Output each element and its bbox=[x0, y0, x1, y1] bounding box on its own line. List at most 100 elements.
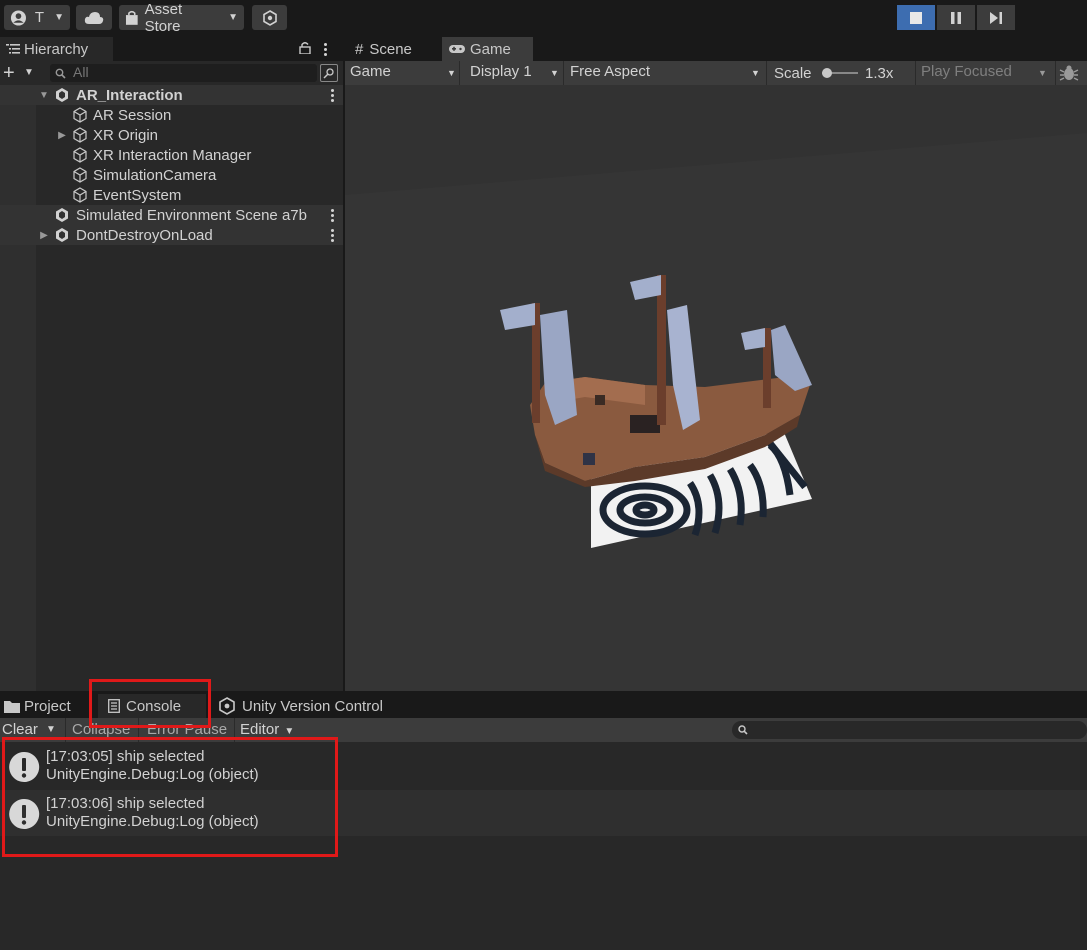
tab-scene[interactable]: # Scene bbox=[345, 37, 441, 61]
expand-down-icon[interactable]: ▼ bbox=[38, 90, 50, 101]
package-button[interactable] bbox=[252, 5, 287, 30]
unity-scene-icon bbox=[56, 228, 68, 242]
hierarchy-list: ▼ AR_Interaction AR Session ▶ XR Origin … bbox=[0, 85, 343, 691]
hierarchy-item-ar-interaction[interactable]: ▼ AR_Interaction bbox=[0, 85, 343, 105]
scale-label: Scale bbox=[774, 65, 812, 82]
gameobject-icon bbox=[73, 147, 87, 163]
main-toolbar: T ▼ Asset Store ▼ bbox=[0, 0, 1087, 36]
lock-icon[interactable] bbox=[299, 41, 311, 54]
game-toolbar: Game ▼ Display 1 ▼ Free Aspect ▼ Scale 1… bbox=[345, 61, 1087, 85]
bag-icon bbox=[125, 10, 138, 25]
game-tabbar: # Scene Game bbox=[345, 36, 1087, 61]
gameobject-icon bbox=[73, 107, 87, 123]
tab-label: Scene bbox=[369, 40, 412, 58]
highlight-box-logs bbox=[2, 737, 338, 857]
item-label: XR Origin bbox=[93, 126, 159, 144]
item-label: AR Session bbox=[93, 106, 172, 124]
stop-button[interactable] bbox=[897, 5, 935, 30]
cloud-button[interactable] bbox=[76, 5, 112, 30]
account-dropdown[interactable]: T ▼ bbox=[4, 5, 70, 30]
search-icon bbox=[738, 725, 748, 735]
hierarchy-item-simulation-camera[interactable]: SimulationCamera bbox=[0, 165, 343, 185]
asset-store-button[interactable]: Asset Store ▼ bbox=[119, 1, 244, 35]
item-label: XR Interaction Manager bbox=[93, 146, 252, 164]
scene-search-icon[interactable] bbox=[320, 64, 338, 82]
chevron-down-icon[interactable]: ▼ bbox=[46, 724, 56, 735]
unity-scene-icon bbox=[56, 208, 68, 222]
item-menu-icon[interactable] bbox=[331, 87, 335, 104]
expand-right-icon[interactable]: ▶ bbox=[56, 130, 68, 141]
item-label: SimulationCamera bbox=[93, 166, 217, 184]
chevron-down-icon: ▼ bbox=[284, 726, 295, 737]
tab-label: Unity Version Control bbox=[242, 697, 383, 715]
hierarchy-toolbar: + ▼ All bbox=[0, 61, 343, 85]
version-control-icon bbox=[219, 697, 235, 715]
editor-dropdown[interactable]: Editor ▼ bbox=[240, 721, 294, 738]
ship-render bbox=[345, 133, 1087, 691]
tab-game[interactable]: Game bbox=[442, 37, 533, 61]
hierarchy-item-simulated-environment[interactable]: Simulated Environment Scene a7b bbox=[0, 205, 343, 225]
aspect-dropdown[interactable]: Free Aspect ▼ bbox=[570, 63, 763, 83]
gameobject-icon bbox=[73, 187, 87, 203]
bug-icon[interactable] bbox=[1059, 64, 1079, 82]
chevron-down-icon: ▼ bbox=[54, 12, 64, 23]
dropdown-label: Display 1 bbox=[470, 63, 532, 80]
asset-store-label: Asset Store bbox=[144, 0, 183, 35]
gamepad-icon bbox=[449, 45, 465, 53]
hash-icon: # bbox=[355, 40, 364, 58]
hierarchy-item-dont-destroy-on-load[interactable]: ▶ DontDestroyOnLoad bbox=[0, 225, 343, 245]
account-icon bbox=[10, 9, 26, 26]
hierarchy-item-ar-session[interactable]: AR Session bbox=[0, 105, 343, 125]
unity-scene-icon bbox=[56, 88, 68, 102]
console-search-input[interactable] bbox=[732, 721, 1087, 739]
step-icon bbox=[990, 11, 1002, 24]
dropdown-label: Editor bbox=[240, 721, 280, 738]
hierarchy-search-input[interactable]: All bbox=[50, 64, 317, 82]
pause-icon bbox=[951, 11, 961, 24]
item-label: Simulated Environment Scene a7b bbox=[76, 206, 307, 224]
scale-slider[interactable] bbox=[822, 68, 858, 78]
item-menu-icon[interactable] bbox=[331, 207, 335, 224]
gameobject-icon bbox=[73, 167, 87, 183]
chevron-down-icon: ▼ bbox=[550, 68, 559, 78]
item-label: AR_Interaction bbox=[76, 86, 183, 104]
dropdown-label: Play Focused bbox=[921, 63, 1012, 80]
hierarchy-tabbar: Hierarchy bbox=[0, 36, 343, 61]
display-dropdown[interactable]: Display 1 ▼ bbox=[470, 63, 560, 83]
step-button[interactable] bbox=[977, 5, 1015, 30]
play-mode-dropdown[interactable]: Play Focused ▼ bbox=[921, 63, 1053, 83]
tab-label: Hierarchy bbox=[24, 40, 89, 58]
game-mode-dropdown[interactable]: Game ▼ bbox=[350, 63, 460, 83]
highlight-box-console-tab bbox=[89, 679, 211, 728]
dropdown-label: Free Aspect bbox=[570, 63, 651, 80]
chevron-down-icon: ▼ bbox=[447, 68, 456, 78]
stop-icon bbox=[910, 11, 922, 24]
panel-menu-icon[interactable] bbox=[324, 41, 328, 58]
chevron-down-icon[interactable]: ▼ bbox=[24, 67, 34, 78]
search-icon bbox=[55, 68, 66, 79]
game-viewport[interactable] bbox=[345, 85, 1087, 691]
item-menu-icon[interactable] bbox=[331, 227, 335, 244]
tab-project[interactable]: Project bbox=[0, 694, 90, 718]
hierarchy-item-event-system[interactable]: EventSystem bbox=[0, 185, 343, 205]
chevron-down-icon: ▼ bbox=[1038, 68, 1047, 78]
hierarchy-item-xr-interaction-manager[interactable]: XR Interaction Manager bbox=[0, 145, 343, 165]
tab-hierarchy[interactable]: Hierarchy bbox=[0, 37, 113, 61]
account-label: T bbox=[34, 9, 45, 26]
tab-unity-version-control[interactable]: Unity Version Control bbox=[212, 694, 412, 718]
chevron-down-icon: ▼ bbox=[751, 68, 760, 78]
expand-right-icon[interactable]: ▶ bbox=[38, 230, 50, 241]
gameobject-icon bbox=[73, 127, 87, 143]
slider-handle[interactable] bbox=[822, 68, 832, 78]
tab-label: Project bbox=[24, 697, 71, 715]
scale-value: 1.3x bbox=[865, 65, 894, 82]
clear-button[interactable]: Clear bbox=[2, 721, 38, 738]
dropdown-label: Game bbox=[350, 63, 391, 80]
item-label: DontDestroyOnLoad bbox=[76, 226, 213, 244]
hierarchy-item-xr-origin[interactable]: ▶ XR Origin bbox=[0, 125, 343, 145]
chevron-down-icon: ▼ bbox=[228, 12, 238, 23]
folder-icon bbox=[4, 700, 20, 713]
add-icon[interactable]: + bbox=[3, 63, 15, 83]
cloud-icon bbox=[84, 11, 104, 24]
pause-button[interactable] bbox=[937, 5, 975, 30]
